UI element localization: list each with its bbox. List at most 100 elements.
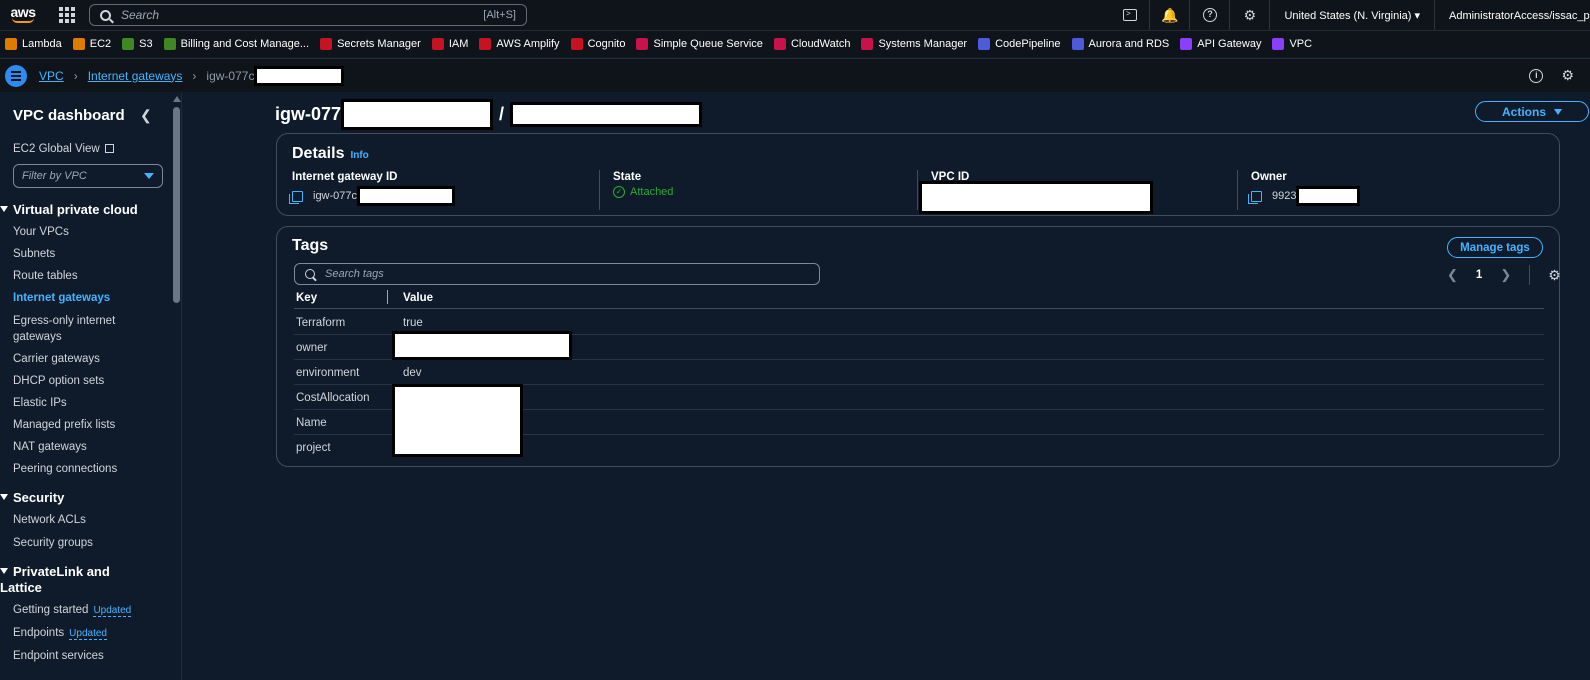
- favorite-vpc[interactable]: VPC: [1272, 38, 1312, 50]
- section-privatelink[interactable]: PrivateLink and Lattice: [0, 564, 125, 596]
- caret-down-icon: [0, 494, 8, 500]
- column-divider: [1237, 170, 1238, 210]
- actions-button[interactable]: Actions: [1475, 101, 1589, 122]
- section-virtual-private-cloud[interactable]: Virtual private cloud: [0, 202, 138, 217]
- chevron-right-icon: ›: [192, 68, 197, 83]
- redacted-block: [1296, 186, 1361, 206]
- sidebar-item-endpoint-services[interactable]: Endpoint services: [13, 650, 104, 662]
- table-row: environment dev: [294, 360, 1544, 385]
- sidebar-scrollbar[interactable]: [172, 93, 181, 680]
- favorite-simple-queue-service[interactable]: Simple Queue Service: [636, 38, 763, 50]
- favorite-codepipeline[interactable]: CodePipeline: [978, 38, 1061, 50]
- breadcrumb-internet-gateways[interactable]: Internet gateways: [88, 69, 183, 83]
- external-link-icon: [104, 144, 114, 153]
- region-selector[interactable]: United States (N. Virginia) ▾: [1270, 0, 1435, 30]
- gear-icon[interactable]: ⚙: [1230, 0, 1271, 30]
- sidebar-item-nat-gateways[interactable]: NAT gateways: [13, 441, 87, 453]
- sidebar-item-network-acls[interactable]: Network ACLs: [13, 514, 86, 526]
- redacted-block: [341, 99, 494, 130]
- chevron-left-icon[interactable]: ❮: [140, 107, 152, 124]
- column-value[interactable]: Value: [403, 292, 433, 304]
- manage-tags-button[interactable]: Manage tags: [1447, 237, 1543, 258]
- breadcrumb-bar: VPC › Internet gateways › igw-077c i ⚙: [0, 58, 1590, 92]
- favorite-api-gateway[interactable]: API Gateway: [1180, 38, 1261, 50]
- account-menu[interactable]: AdministratorAccess/issac_pac ▾: [1435, 0, 1590, 30]
- favorite-s3[interactable]: S3: [122, 38, 153, 50]
- details-panel: Details Info Internet gateway ID igw-077c…: [276, 133, 1560, 216]
- service-icon: [320, 38, 333, 50]
- favorite-cloudwatch[interactable]: CloudWatch: [773, 38, 850, 50]
- sidebar-item-subnets[interactable]: Subnets: [13, 248, 55, 260]
- sidebar-item-egress-only-line2[interactable]: gateways: [13, 331, 62, 343]
- info-icon[interactable]: i: [1529, 68, 1544, 83]
- column-key[interactable]: Key: [296, 292, 317, 304]
- favorite-secrets-manager[interactable]: Secrets Manager: [320, 38, 421, 50]
- sidebar-item-elastic-ips[interactable]: Elastic IPs: [13, 397, 67, 409]
- aws-logo[interactable]: aws: [5, 0, 41, 30]
- service-icon: [431, 38, 444, 50]
- favorite-cognito[interactable]: Cognito: [570, 38, 625, 50]
- search-tags-input[interactable]: Search tags: [294, 263, 820, 285]
- sidebar-item-internet-gateways[interactable]: Internet gateways: [13, 292, 110, 304]
- service-icon: [978, 38, 991, 50]
- search-icon: [305, 269, 315, 279]
- help-icon[interactable]: ?: [1190, 0, 1231, 30]
- column-divider: [917, 170, 918, 210]
- table-header: Key Value: [294, 287, 1544, 309]
- favorite-ec2[interactable]: EC2: [72, 38, 111, 50]
- breadcrumb-vpc[interactable]: VPC: [39, 69, 64, 83]
- sidebar-item-your-vpcs[interactable]: Your VPCs: [13, 226, 69, 238]
- breadcrumb-current: igw-077c: [206, 68, 255, 83]
- favorite-systems-manager[interactable]: Systems Manager: [861, 38, 967, 50]
- sidebar-item-route-tables[interactable]: Route tables: [13, 270, 78, 282]
- sidebar-item-ec2-global-view[interactable]: EC2 Global View: [13, 143, 114, 155]
- redacted-block: [254, 65, 345, 86]
- menu-toggle-icon[interactable]: [5, 64, 27, 87]
- sidebar: VPC dashboard ❮ EC2 Global View Filter b…: [0, 93, 172, 680]
- chevron-right-icon: ›: [73, 68, 78, 83]
- caret-down-icon: [144, 173, 154, 179]
- favorite-aurora-and-rds[interactable]: Aurora and RDS: [1071, 38, 1169, 50]
- info-link[interactable]: Info: [350, 150, 368, 161]
- favorite-aws-amplify[interactable]: AWS Amplify: [479, 38, 560, 50]
- service-icon: [570, 38, 583, 50]
- column-resizer[interactable]: [387, 290, 388, 304]
- cloudshell-icon[interactable]: >: [1110, 0, 1151, 30]
- copy-icon[interactable]: [1248, 190, 1262, 204]
- service-icon: [163, 38, 176, 50]
- caret-down-icon: [1554, 108, 1562, 115]
- bell-icon[interactable]: 🔔: [1150, 0, 1191, 30]
- copy-icon[interactable]: [289, 190, 303, 204]
- section-security[interactable]: Security: [0, 490, 64, 505]
- service-icon: [72, 38, 85, 50]
- service-icon: [1180, 38, 1193, 50]
- favorite-lambda[interactable]: Lambda: [5, 38, 62, 50]
- settings-icon[interactable]: ⚙: [1561, 67, 1574, 84]
- gear-icon[interactable]: ⚙: [1548, 267, 1561, 284]
- favorite-billing-and-cost-manage[interactable]: Billing and Cost Manage...: [163, 38, 309, 50]
- chevron-right-icon[interactable]: ❯: [1500, 267, 1511, 283]
- tag-key: CostAllocation: [296, 392, 370, 404]
- service-icon: [861, 38, 874, 50]
- sidebar-item-getting-started[interactable]: Getting started Updated: [13, 604, 132, 617]
- tags-heading: Tags: [292, 237, 329, 254]
- sidebar-item-peering[interactable]: Peering connections: [13, 463, 117, 475]
- details-heading: Details Info: [292, 145, 369, 162]
- sidebar-item-egress-only-line1[interactable]: Egress-only internet: [13, 315, 115, 327]
- services-grid-icon[interactable]: [59, 7, 75, 23]
- global-search-input[interactable]: Search [Alt+S]: [89, 4, 527, 26]
- sidebar-item-endpoints[interactable]: Endpoints Updated: [13, 627, 107, 640]
- chevron-left-icon[interactable]: ❮: [1447, 267, 1458, 283]
- service-icon: [773, 38, 786, 50]
- service-icon: [479, 38, 492, 50]
- sidebar-title[interactable]: VPC dashboard: [13, 107, 125, 124]
- favorite-iam[interactable]: IAM: [431, 38, 468, 50]
- sidebar-item-security-groups[interactable]: Security groups: [13, 537, 93, 549]
- sidebar-item-prefix-lists[interactable]: Managed prefix lists: [13, 419, 115, 431]
- tag-key: project: [296, 442, 331, 454]
- divider: [181, 93, 182, 680]
- filter-by-vpc-select[interactable]: Filter by VPC: [13, 164, 163, 188]
- sidebar-item-dhcp[interactable]: DHCP option sets: [13, 375, 104, 387]
- page-number[interactable]: 1: [1476, 269, 1482, 281]
- sidebar-item-carrier-gateways[interactable]: Carrier gateways: [13, 353, 100, 365]
